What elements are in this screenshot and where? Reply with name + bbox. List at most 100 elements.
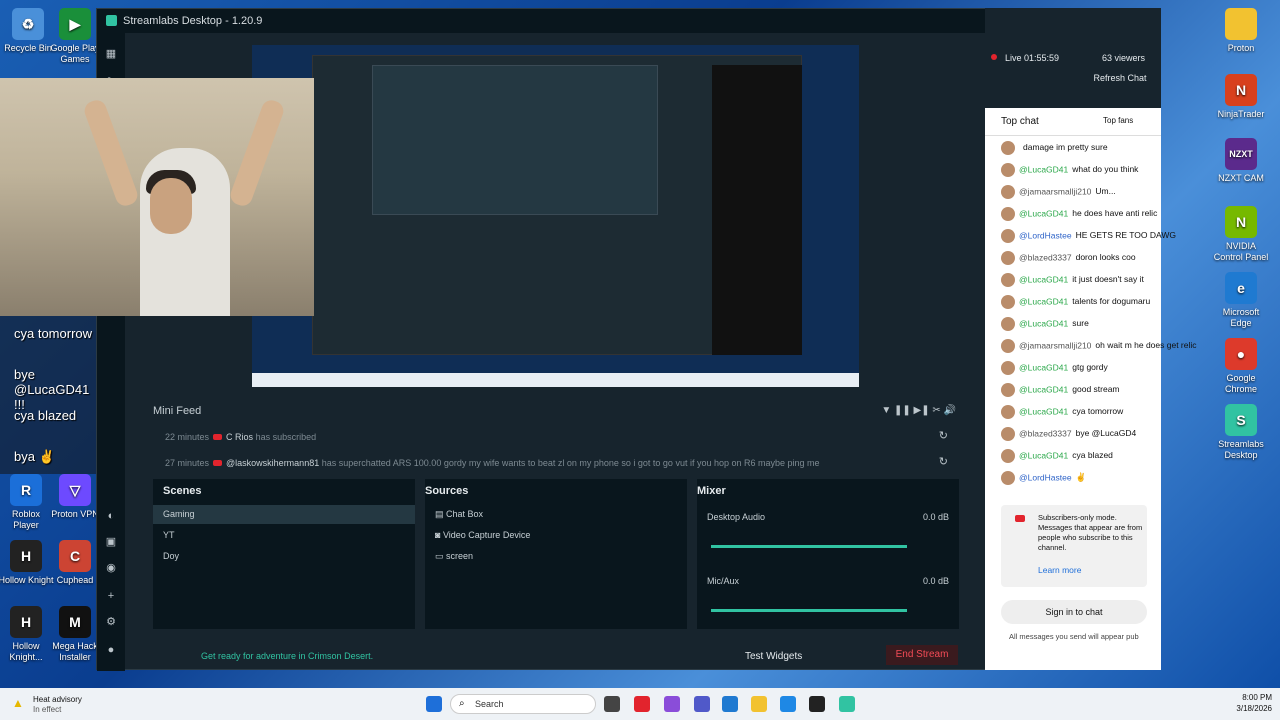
chat-author[interactable]: @LucaGD41 <box>1019 362 1068 372</box>
scene-item[interactable]: Gaming <box>153 505 415 524</box>
settings-icon[interactable]: ⚙ <box>104 615 118 629</box>
camera-icon: ◙ <box>435 530 443 540</box>
avatar <box>1001 251 1015 265</box>
notice-text: Subscribers-only mode. Messages that app… <box>1038 513 1143 552</box>
test-widgets-button[interactable]: Test Widgets <box>745 651 802 662</box>
layout-icon[interactable]: ▣ <box>104 535 118 549</box>
search-box[interactable]: ⌕ Search <box>450 694 596 714</box>
clock-time[interactable]: 8:00 PM <box>1220 693 1272 702</box>
preview-nested-editor <box>372 65 658 215</box>
chat-author[interactable]: @LucaGD41 <box>1019 164 1068 174</box>
weather-title[interactable]: Heat advisory <box>33 695 82 704</box>
mic-aux-slider[interactable] <box>711 609 907 612</box>
desktop-icon-hollow-knight[interactable]: H Hollow Knight <box>0 540 54 586</box>
plus-icon[interactable]: + <box>104 589 118 603</box>
desktop-icon-nvidia[interactable]: N NVIDIA Control Panel <box>1213 206 1269 263</box>
streamlabs-logo-icon <box>106 15 117 26</box>
chat-author[interactable]: @LucaGD41 <box>1019 384 1068 394</box>
chat-author[interactable]: @LucaGD41 <box>1019 318 1068 328</box>
clock-date[interactable]: 3/18/2026 <box>1220 704 1272 713</box>
avatar <box>1001 207 1015 221</box>
desktop-icon-streamlabs[interactable]: S Streamlabs Desktop <box>1213 404 1269 461</box>
desktop-icon-mega-hack[interactable]: M Mega Hack Installer <box>47 606 103 663</box>
mini-feed-controls[interactable]: ▼ ❚❚ ▶❚ ✂ 🔊 <box>881 405 956 416</box>
chat-message: @LucaGD41 cya blazed <box>1001 449 1113 463</box>
bottom-bar: Get ready for adventure in Crimson Deser… <box>153 645 976 675</box>
user-icon[interactable]: ● <box>104 643 118 657</box>
avatar <box>1001 273 1015 287</box>
source-item[interactable]: ▭ screen <box>425 547 687 566</box>
scene-item[interactable]: YT <box>153 526 415 545</box>
chat-author[interactable]: @LordHastee <box>1019 230 1072 240</box>
chat-author[interactable]: @jamaarsmallji210 <box>1019 340 1091 350</box>
source-item[interactable]: ◙ Video Capture Device <box>425 526 687 545</box>
chat-text: talents for dogumaru <box>1072 296 1151 307</box>
editor-icon[interactable]: ▦ <box>104 47 118 61</box>
desktop-icon-proton[interactable]: Proton <box>1213 8 1269 54</box>
desktop-icon-hollow-knight-2[interactable]: H Hollow Knight... <box>0 606 54 663</box>
ninjatrader-icon: N <box>1225 74 1257 106</box>
copilot-icon[interactable] <box>664 696 680 712</box>
chat-author[interactable]: @LordHastee <box>1019 472 1072 482</box>
capcut-icon[interactable] <box>809 696 825 712</box>
sign-in-button[interactable]: Sign in to chat <box>1001 600 1147 624</box>
promo-link[interactable]: Get ready for adventure in Crimson Deser… <box>201 651 373 661</box>
top-chat-dropdown[interactable]: Top chat <box>1001 116 1039 127</box>
streamlabs-icon[interactable] <box>839 696 855 712</box>
source-item[interactable]: ▤ Chat Box <box>425 505 687 524</box>
desktop-icon-roblox[interactable]: R Roblox Player <box>0 474 54 531</box>
channel-name: Desktop Audio <box>707 512 766 522</box>
top-fans-button[interactable]: Top fans <box>1103 116 1133 125</box>
feed-row: 22 minutes C Rios has subscribed <box>165 432 317 442</box>
chat-author[interactable]: @LucaGD41 <box>1019 274 1068 284</box>
file-explorer-icon[interactable] <box>751 696 767 712</box>
desktop-icon-ninjatrader[interactable]: N NinjaTrader <box>1213 74 1269 120</box>
desktop-icon-proton-vpn[interactable]: ▽ Proton VPN <box>47 474 103 520</box>
desktop-icon-nzxt-cam[interactable]: NZXT NZXT CAM <box>1213 138 1269 184</box>
chat-text: cya tomorrow <box>1072 406 1124 417</box>
task-view-icon[interactable] <box>604 696 620 712</box>
desktop-icon-cuphead[interactable]: C Cuphead <box>47 540 103 586</box>
desktop-icon-google-play-games[interactable]: ▶ Google Play Games <box>47 8 103 65</box>
start-icon[interactable] <box>426 696 442 712</box>
edge-icon: e <box>1225 272 1257 304</box>
desktop-icon-edge[interactable]: e Microsoft Edge <box>1213 272 1269 329</box>
teams-icon[interactable] <box>694 696 710 712</box>
refresh-chat-button[interactable]: Refresh Chat <box>1085 73 1155 83</box>
chat-text: damage im pretty sure <box>1023 142 1108 153</box>
hollow-knight-icon: H <box>10 540 42 572</box>
scenes-panel: Scenes Gaming YT Doy <box>153 479 415 629</box>
youtube-icon[interactable] <box>634 696 650 712</box>
chat-author[interactable]: @LucaGD41 <box>1019 208 1068 218</box>
chat-text: good stream <box>1072 384 1120 395</box>
chat-text: he does have anti relic <box>1072 208 1158 219</box>
chat-author[interactable]: @LucaGD41 <box>1019 296 1068 306</box>
record-icon[interactable]: ◉ <box>104 561 118 575</box>
chat-text: ✌ <box>1075 472 1087 483</box>
chat-author[interactable]: @LucaGD41 <box>1019 406 1068 416</box>
overlay-message: cya blazed <box>14 408 77 423</box>
chat-author[interactable]: @blazed3337 <box>1019 252 1072 262</box>
end-stream-button[interactable]: End Stream <box>886 645 958 665</box>
chat-header: Live 01:55:59 63 viewers Refresh Chat <box>985 8 1161 108</box>
chat-message: @LucaGD41 he does have anti relic <box>1001 207 1157 221</box>
preview-nested-chat <box>712 65 802 355</box>
learn-more-link[interactable]: Learn more <box>1038 565 1081 575</box>
desktop-icon-chrome[interactable]: ● Google Chrome <box>1213 338 1269 395</box>
edge-icon[interactable] <box>722 696 738 712</box>
replay-icon[interactable]: ↻ <box>939 429 948 442</box>
avatar <box>1001 295 1015 309</box>
sources-panel: Sources ▤ Chat Box ◙ Video Capture Devic… <box>425 479 687 629</box>
studio-mode-icon[interactable]: ◐ <box>104 509 118 523</box>
replay-icon[interactable]: ↻ <box>939 455 948 468</box>
chat-text: doron looks coo <box>1075 252 1136 263</box>
chat-author[interactable]: @LucaGD41 <box>1019 450 1068 460</box>
avatar <box>1001 361 1015 375</box>
scene-item[interactable]: Doy <box>153 547 415 566</box>
chat-author[interactable]: @blazed3337 <box>1019 428 1072 438</box>
window-title: Streamlabs Desktop - 1.20.9 <box>123 15 263 27</box>
store-icon[interactable] <box>780 696 796 712</box>
desktop-audio-slider[interactable] <box>711 545 907 548</box>
viewer-count: 63 viewers <box>1102 53 1146 63</box>
chat-author[interactable]: @jamaarsmallji210 <box>1019 186 1091 196</box>
